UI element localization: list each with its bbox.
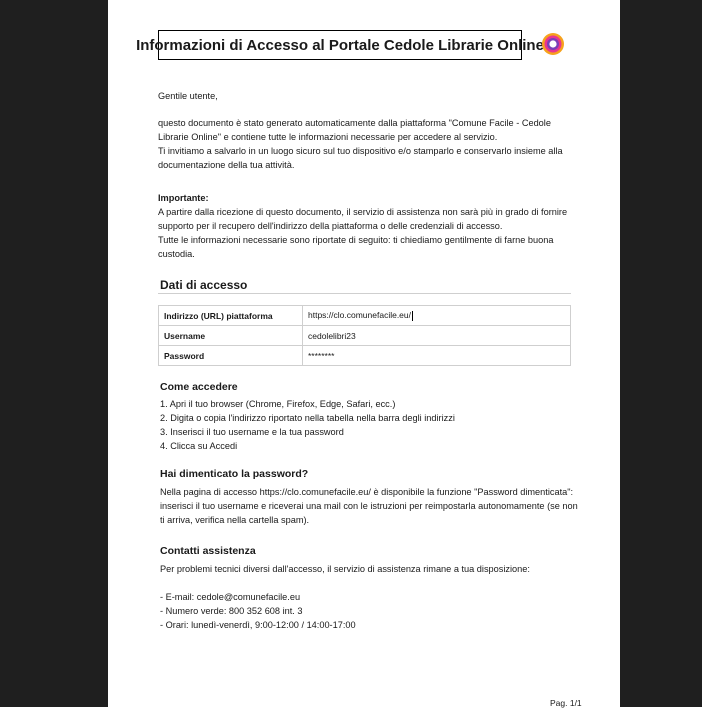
how-step-2: 2. Digita o copia l'indirizzo riportato … bbox=[160, 413, 455, 423]
important-heading: Importante: bbox=[158, 193, 209, 203]
access-divider bbox=[158, 293, 571, 294]
username-label: Username bbox=[158, 325, 303, 346]
how-heading: Come accedere bbox=[160, 381, 238, 393]
username-value: cedolelibri23 bbox=[302, 325, 571, 346]
document-title: Informazioni di Accesso al Portale Cedol… bbox=[136, 30, 544, 60]
viewer-right-margin bbox=[620, 0, 702, 707]
forgot-heading: Hai dimenticato la password? bbox=[160, 468, 309, 480]
forgot-line-2: inserisci il tuo username e riceverai un… bbox=[160, 501, 578, 511]
how-step-3: 3. Inserisci il tuo username e la tua pa… bbox=[160, 427, 344, 437]
contact-hours: - Orari: lunedì-venerdì, 9:00-12:00 / 14… bbox=[160, 620, 356, 630]
access-heading: Dati di accesso bbox=[160, 278, 248, 292]
how-step-4: 4. Clicca su Accedi bbox=[160, 441, 238, 451]
important-line-1: A partire dalla ricezione di questo docu… bbox=[158, 207, 568, 217]
important-line-3: Tutte le informazioni necessarie sono ri… bbox=[158, 235, 554, 245]
intro-line-1: questo documento è stato generato automa… bbox=[158, 118, 551, 128]
contacts-heading: Contatti assistenza bbox=[160, 545, 256, 557]
url-value-cell: https://clo.comunefacile.eu/ bbox=[302, 305, 571, 326]
text-cursor bbox=[412, 310, 414, 321]
table-row: Username cedolelibri23 bbox=[158, 325, 571, 346]
contact-phone: - Numero verde: 800 352 608 int. 3 bbox=[160, 606, 303, 616]
url-label: Indirizzo (URL) piattaforma bbox=[158, 305, 303, 326]
greeting: Gentile utente, bbox=[158, 91, 218, 101]
intro-line-2: Librarie Online" e contiene tutte le inf… bbox=[158, 132, 498, 142]
intro-line-3: Ti invitiamo a salvarlo in un luogo sicu… bbox=[158, 146, 563, 156]
password-label: Password bbox=[158, 345, 303, 366]
important-line-4: custodia. bbox=[158, 249, 195, 259]
viewer-left-margin bbox=[0, 0, 108, 707]
forgot-line-3: ti arriva, verifica nella cartella spam)… bbox=[160, 515, 310, 525]
forgot-line-1: Nella pagina di accesso https://clo.comu… bbox=[160, 487, 574, 497]
contact-email: - E-mail: cedole@comunefacile.eu bbox=[160, 592, 301, 602]
table-row: Password ******** bbox=[158, 345, 571, 366]
contacts-intro: Per problemi tecnici diversi dall'access… bbox=[160, 564, 530, 574]
cedole-librarie-logo-icon bbox=[541, 32, 565, 56]
important-line-2: supporto per il recupero dell'indirizzo … bbox=[158, 221, 503, 231]
intro-line-4: documentazione della tua attività. bbox=[158, 160, 295, 170]
table-row: Indirizzo (URL) piattaforma https://clo.… bbox=[158, 305, 571, 326]
password-value: ******** bbox=[302, 345, 571, 366]
access-table: Indirizzo (URL) piattaforma https://clo.… bbox=[158, 305, 571, 366]
url-value[interactable]: https://clo.comunefacile.eu/ bbox=[308, 310, 411, 320]
how-step-1: 1. Apri il tuo browser (Chrome, Firefox,… bbox=[160, 399, 396, 409]
